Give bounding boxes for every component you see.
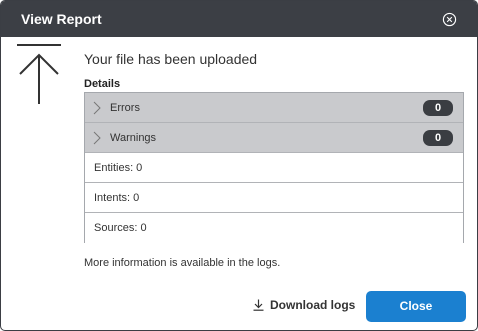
intents-label: Intents: 0 xyxy=(94,192,140,204)
details-label: Details xyxy=(84,78,121,90)
chevron-right-icon xyxy=(93,131,101,145)
close-button[interactable]: Close xyxy=(366,291,466,322)
download-icon xyxy=(253,299,264,311)
dialog-titlebar: View Report xyxy=(1,1,477,37)
warnings-count-badge: 0 xyxy=(423,130,453,146)
errors-label: Errors xyxy=(110,102,140,114)
intents-row: Intents: 0 xyxy=(85,183,463,213)
download-logs-button[interactable]: Download logs xyxy=(253,298,355,312)
chevron-right-icon xyxy=(93,101,101,115)
more-info-text: More information is available in the log… xyxy=(84,257,281,269)
sources-label: Sources: 0 xyxy=(94,222,147,234)
errors-count-badge: 0 xyxy=(423,100,453,116)
errors-row[interactable]: Errors 0 xyxy=(85,93,463,123)
dialog-title: View Report xyxy=(21,11,102,27)
upload-arrow-icon xyxy=(17,44,61,104)
details-table: Errors 0 Warnings 0 Entities: 0 Intents:… xyxy=(84,92,464,243)
entities-row: Entities: 0 xyxy=(85,153,463,183)
upload-status-message: Your file has been uploaded xyxy=(84,51,258,67)
close-circle-icon[interactable] xyxy=(442,12,457,27)
warnings-row[interactable]: Warnings 0 xyxy=(85,123,463,153)
warnings-label: Warnings xyxy=(110,132,157,144)
download-logs-label: Download logs xyxy=(270,298,356,312)
entities-label: Entities: 0 xyxy=(94,162,143,174)
view-report-dialog: View Report Your file has been uploaded … xyxy=(0,0,478,331)
sources-row: Sources: 0 xyxy=(85,213,463,243)
